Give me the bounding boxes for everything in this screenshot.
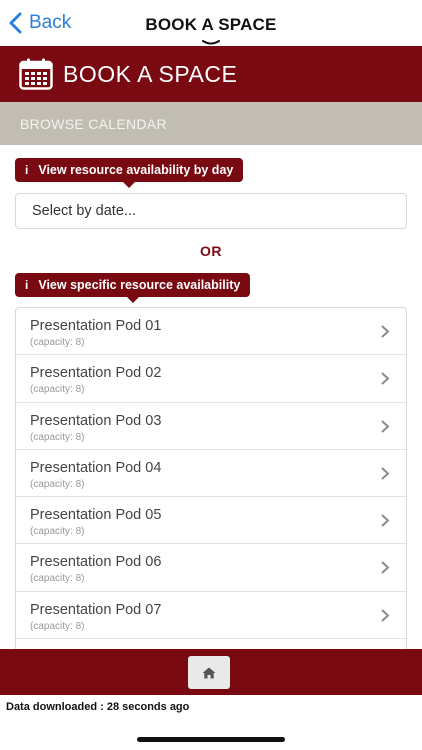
nav-title: BOOK A SPACE	[145, 15, 277, 34]
list-item[interactable]: Presentation Pod 01 (capacity: 8)	[16, 308, 406, 356]
chevron-right-icon	[381, 467, 389, 480]
list-item[interactable]: Presentation Pod 03 (capacity: 8)	[16, 403, 406, 450]
home-icon	[202, 667, 216, 678]
resource-name: Presentation Pod 04	[30, 459, 162, 476]
resource-list: Presentation Pod 01 (capacity: 8) Presen…	[15, 307, 407, 649]
browse-calendar-bar[interactable]: BROWSE CALENDAR	[0, 102, 422, 145]
chevron-right-icon	[381, 561, 389, 574]
or-separator: OR	[200, 243, 222, 259]
data-status: Data downloaded : 28 seconds ago	[0, 695, 422, 719]
chevron-right-icon	[381, 372, 389, 385]
availability-by-day-tag: i View resource availability by day	[15, 158, 244, 188]
home-button[interactable]	[188, 656, 230, 689]
footer-bar	[0, 649, 422, 695]
info-icon: i	[25, 163, 29, 177]
date-select-field[interactable]: Select by date...	[15, 193, 407, 229]
page-header: BOOK A SPACE	[0, 46, 422, 102]
resource-capacity: (capacity: 8)	[30, 526, 85, 538]
navigation-bar: Back BOOK A SPACE	[0, 0, 422, 46]
list-item[interactable]: Presentation Pod 07 (capacity: 8)	[16, 592, 406, 640]
resource-capacity: (capacity: 8)	[30, 573, 85, 585]
chevron-right-icon	[381, 514, 389, 527]
resource-name: Presentation Pod 02	[30, 365, 162, 382]
chevron-right-icon	[381, 609, 389, 622]
resource-name: Presentation Pod 06	[30, 554, 162, 571]
screen: Back BOOK A SPACE BOOK A SPACE BROWSE CA…	[0, 0, 422, 750]
list-item[interactable]: Presentation Pod 04 (capacity: 8)	[16, 450, 406, 498]
resource-capacity: (capacity: 8)	[30, 337, 85, 348]
specific-resource-label: View specific resource availability	[38, 278, 241, 292]
resource-name: Presentation Pod 07	[30, 601, 162, 618]
browse-calendar-label: BROWSE CALENDAR	[20, 115, 167, 132]
info-icon: i	[25, 278, 29, 292]
home-indicator[interactable]	[137, 737, 285, 742]
date-select-placeholder: Select by date...	[32, 203, 136, 219]
list-item[interactable]: Presentation Pod 02 (capacity: 8)	[16, 355, 406, 403]
availability-by-day-label: View resource availability by day	[38, 163, 234, 177]
resource-capacity: (capacity: 8)	[30, 478, 85, 490]
chevron-right-icon	[381, 420, 389, 433]
resource-capacity: (capacity: 8)	[30, 620, 85, 632]
specific-resource-tag: i View specific resource availability	[15, 273, 251, 303]
calendar-icon	[19, 58, 53, 90]
resource-name: Presentation Pod 05	[30, 507, 162, 524]
header-title: BOOK A SPACE	[63, 60, 238, 87]
list-item[interactable]: Presentation Pod 05 (capacity: 8)	[16, 497, 406, 545]
resource-name: Presentation Pod 03	[30, 412, 162, 429]
resource-capacity: (capacity: 8)	[30, 384, 85, 396]
list-item[interactable]: Presentation Pod 06 (capacity: 8)	[16, 544, 406, 592]
resource-name: Presentation Pod 01	[30, 318, 162, 334]
resource-capacity: (capacity: 8)	[30, 431, 85, 443]
list-item[interactable]	[16, 639, 406, 649]
chevron-right-icon	[381, 325, 389, 338]
